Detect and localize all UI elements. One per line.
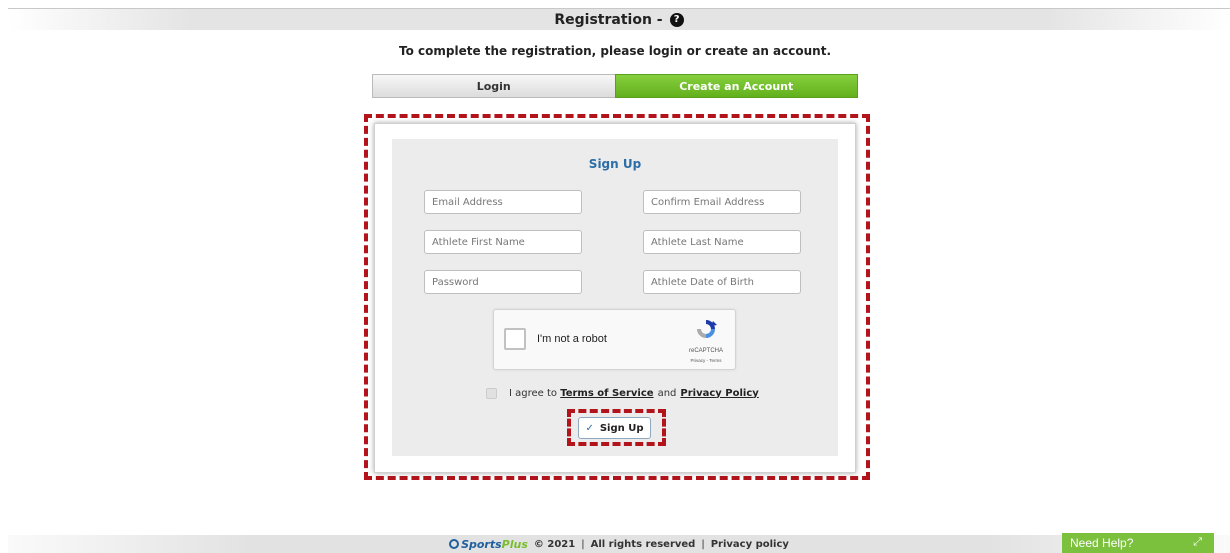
email-field[interactable] — [424, 190, 582, 214]
copyright-text: © 2021 — [533, 538, 576, 550]
footer: Sports Plus © 2021 | All rights reserved… — [8, 535, 1230, 553]
check-icon: ✓ — [585, 422, 594, 434]
recaptcha-links[interactable]: Privacy - Terms — [678, 358, 734, 363]
sign-up-label: Sign Up — [599, 422, 644, 434]
instructions-text: To complete the registration, please log… — [399, 44, 831, 58]
terms-checkbox[interactable] — [486, 387, 497, 399]
privacy-policy-link[interactable]: Privacy Policy — [680, 388, 758, 399]
brand-plus-text: Plus — [501, 537, 528, 551]
athlete-first-name-field[interactable] — [424, 230, 582, 254]
footer-separator: | — [581, 538, 585, 550]
confirm-email-field[interactable] — [643, 190, 801, 214]
terms-of-service-link[interactable]: Terms of Service — [560, 388, 653, 399]
auth-tabs: Login Create an Account — [372, 74, 858, 98]
recaptcha-checkbox[interactable] — [504, 328, 526, 350]
recaptcha-label: I'm not a robot — [537, 333, 607, 345]
header-bar: Registration - ? — [8, 8, 1230, 30]
tab-login[interactable]: Login — [372, 74, 615, 98]
tab-create-account[interactable]: Create an Account — [614, 74, 858, 98]
sportsplus-mark-icon — [449, 539, 460, 549]
signup-title: Sign Up — [588, 157, 642, 171]
agree-and-text: and — [657, 387, 677, 399]
need-help-label: Need Help? — [1070, 536, 1134, 550]
sportsplus-logo: Sports Plus — [449, 538, 528, 551]
rights-text: All rights reserved — [590, 538, 696, 550]
recaptcha-widget: I'm not a robot reCAPTCHA Privacy - Term… — [493, 309, 736, 370]
footer-separator: | — [701, 538, 705, 550]
need-help-widget[interactable]: Need Help? ⤢ — [1062, 533, 1214, 553]
brand-sports-text: Sports — [461, 537, 502, 551]
question-circle-icon[interactable]: ? — [669, 12, 684, 27]
recaptcha-brand-text: reCAPTCHA — [688, 348, 723, 354]
password-field[interactable] — [424, 270, 582, 294]
terms-agreement-row: I agree to Terms of Service and Privacy … — [486, 386, 759, 400]
expand-icon[interactable]: ⤢ — [1193, 536, 1202, 549]
athlete-dob-field[interactable] — [643, 270, 801, 294]
page-title: Registration - — [554, 11, 663, 28]
athlete-last-name-field[interactable] — [643, 230, 801, 254]
agree-prefix: I agree to — [509, 387, 558, 399]
recaptcha-logo-icon — [697, 320, 717, 338]
privacy-policy-footer-link[interactable]: Privacy policy — [711, 539, 789, 550]
sign-up-button[interactable]: ✓ Sign Up — [578, 417, 651, 439]
